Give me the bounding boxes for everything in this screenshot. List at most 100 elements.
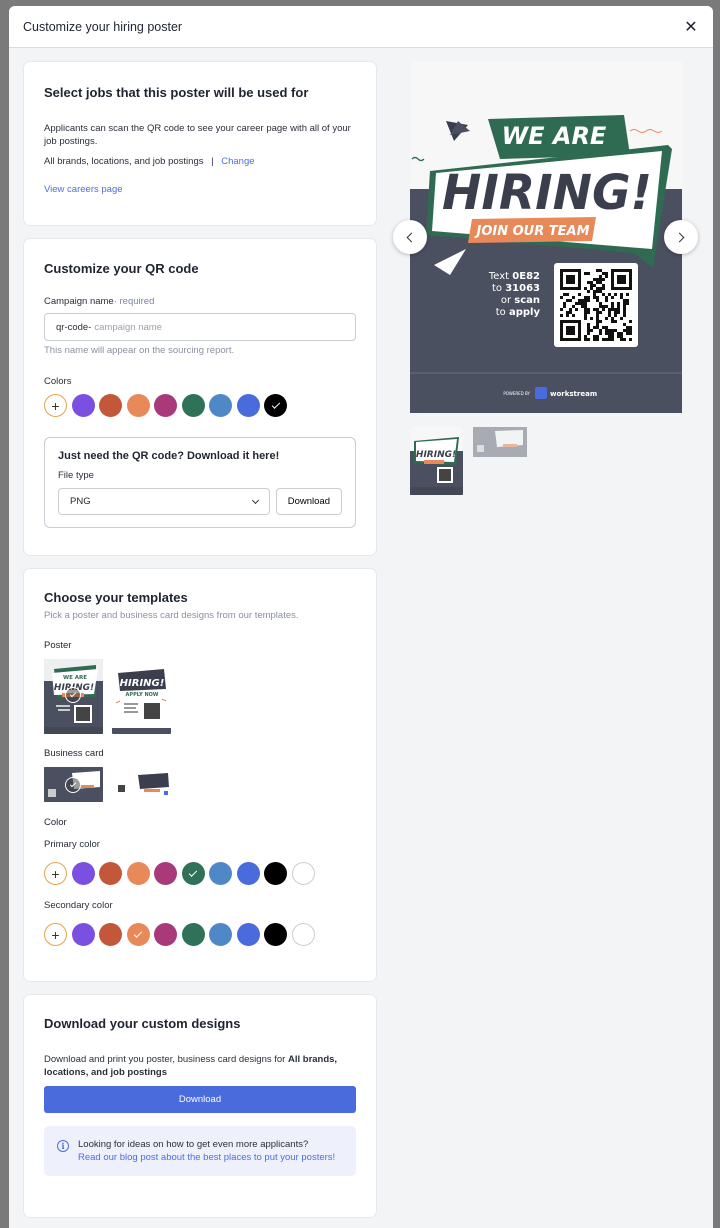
download-designs-card: Download your custom designs Download an… [23, 994, 377, 1218]
check-icon [133, 928, 143, 938]
primary-color-swatches: + [44, 862, 356, 885]
secondary-swatch-steel-blue[interactable] [209, 923, 232, 946]
customize-poster-modal: Customize your hiring poster ✕ Select jo… [9, 6, 713, 1228]
campaign-name-label: Campaign name· required [44, 296, 356, 307]
preview-thumb-business-card[interactable] [473, 427, 527, 457]
poster-template-1[interactable]: WE ARE HIRING! [44, 659, 103, 734]
poster-template-2[interactable]: HIRING! APPLY NOW [112, 659, 171, 734]
template-color-label: Color [44, 817, 67, 828]
secondary-swatch-rust[interactable] [99, 923, 122, 946]
secondary-swatch-blue[interactable] [236, 923, 260, 946]
modal-title: Customize your hiring poster [23, 19, 183, 34]
file-type-label: File type [58, 470, 94, 481]
templates-title: Choose your templates [44, 590, 188, 605]
required-label: · required [113, 296, 155, 307]
add-primary-color-button[interactable]: + [44, 862, 67, 885]
select-jobs-description: Applicants can scan the QR code to see y… [44, 123, 351, 147]
qr-code-card: Customize your QR code Campaign name· re… [23, 238, 377, 556]
qr-download-button[interactable]: Download [275, 488, 342, 515]
poster-apply-line: to apply [496, 307, 541, 318]
secondary-color-label: Secondary color [44, 900, 113, 911]
separator: | [211, 156, 214, 167]
file-type-select[interactable]: PNG [58, 488, 270, 515]
add-secondary-color-button[interactable]: + [44, 923, 67, 946]
campaign-hint: This name will appear on the sourcing re… [44, 345, 235, 356]
swatch-blue[interactable] [236, 394, 260, 417]
qr-code-title: Customize your QR code [44, 261, 199, 276]
primary-swatch-white[interactable] [291, 862, 315, 885]
poster-label: Poster [44, 640, 72, 651]
file-type-row: PNG Download [58, 488, 342, 515]
poster-preview: WE ARE HIRING! JOIN OUR TEAM Text 0E82 t… [410, 61, 682, 413]
primary-color-label: Primary color [44, 839, 100, 850]
selected-check-icon-card [65, 777, 81, 793]
swatch-rust[interactable] [99, 394, 122, 417]
next-slide-button[interactable] [664, 220, 698, 254]
swatch-orange[interactable] [126, 394, 150, 417]
campaign-name-field[interactable]: qr-code- [44, 313, 356, 341]
primary-swatch-magenta[interactable] [154, 862, 177, 885]
swatch-magenta[interactable] [154, 394, 177, 417]
swatch-purple[interactable] [71, 394, 95, 417]
job-selection-value: All brands, locations, and job postings [44, 156, 204, 167]
select-jobs-title: Select jobs that this poster will be use… [44, 85, 309, 100]
primary-swatch-blue[interactable] [236, 862, 260, 885]
swatch-green[interactable] [181, 394, 205, 417]
select-jobs-card: Select jobs that this poster will be use… [23, 61, 377, 226]
qr-color-swatches: + [44, 394, 356, 417]
poster-hiring: HIRING! [442, 165, 652, 221]
campaign-name-input[interactable] [94, 321, 344, 333]
preview-thumb-poster-art: HIRING! [410, 427, 463, 495]
poster-brand: workstream [550, 390, 597, 398]
download-designs-button[interactable]: Download [44, 1086, 356, 1113]
preview-thumb-card-art [473, 427, 527, 457]
qr-download-title: Just need the QR code? Download it here! [58, 450, 280, 462]
secondary-swatch-green[interactable] [181, 923, 205, 946]
secondary-swatch-black[interactable] [264, 923, 287, 946]
preview-thumb-poster[interactable]: HIRING! [410, 427, 463, 495]
secondary-swatch-magenta[interactable] [154, 923, 177, 946]
blog-post-link[interactable]: Read our blog post about the best places… [78, 1151, 335, 1164]
thumb2-apply: APPLY NOW [126, 692, 159, 698]
info-box: i Looking for ideas on how to get even m… [44, 1126, 356, 1176]
download-designs-text: Download and print you poster, business … [44, 1053, 356, 1079]
templates-subtitle: Pick a poster and business card designs … [44, 610, 299, 621]
file-type-value: PNG [70, 496, 91, 507]
business-card-template-1[interactable] [44, 767, 103, 802]
qr-download-box: Just need the QR code? Download it here!… [44, 437, 356, 528]
primary-swatch-steel-blue[interactable] [209, 862, 232, 885]
primary-swatch-green-selected[interactable] [181, 862, 205, 885]
download-designs-title: Download your custom designs [44, 1016, 241, 1031]
info-text: Looking for ideas on how to get even mor… [78, 1139, 309, 1150]
primary-swatch-orange[interactable] [126, 862, 150, 885]
thumb-we-are: WE ARE [63, 675, 87, 681]
preview-thumbnails: HIRING! [410, 427, 527, 495]
add-color-button[interactable]: + [44, 394, 67, 417]
info-icon: i [57, 1140, 69, 1152]
primary-swatch-black[interactable] [264, 862, 287, 885]
poster-to-line: to 31063 [492, 283, 540, 294]
secondary-swatch-purple[interactable] [71, 923, 95, 946]
chevron-left-icon [406, 232, 417, 242]
primary-swatch-purple[interactable] [71, 862, 95, 885]
view-careers-link[interactable]: View careers page [44, 184, 356, 195]
swatch-black-selected[interactable] [264, 394, 287, 417]
business-card-templates [44, 767, 356, 802]
secondary-swatch-orange-selected[interactable] [126, 923, 150, 946]
campaign-prefix: qr-code- [56, 321, 92, 333]
business-card-template-2[interactable] [112, 767, 171, 802]
swatch-steel-blue[interactable] [209, 394, 232, 417]
close-icon[interactable]: ✕ [683, 19, 699, 36]
chevron-down-icon [251, 496, 259, 504]
colors-label: Colors [44, 376, 72, 387]
settings-column: Select jobs that this poster will be use… [23, 61, 377, 1228]
job-selection-row: All brands, locations, and job postings … [44, 155, 356, 168]
secondary-swatch-white[interactable] [291, 923, 315, 946]
prev-slide-button[interactable] [393, 220, 427, 254]
chevron-right-icon [674, 232, 685, 242]
poster-or-line: or scan [501, 295, 540, 306]
poster-template-2-art: HIRING! APPLY NOW [112, 659, 171, 734]
primary-swatch-rust[interactable] [99, 862, 122, 885]
change-link[interactable]: Change [221, 156, 254, 167]
poster-join: JOIN OUR TEAM [473, 224, 589, 239]
